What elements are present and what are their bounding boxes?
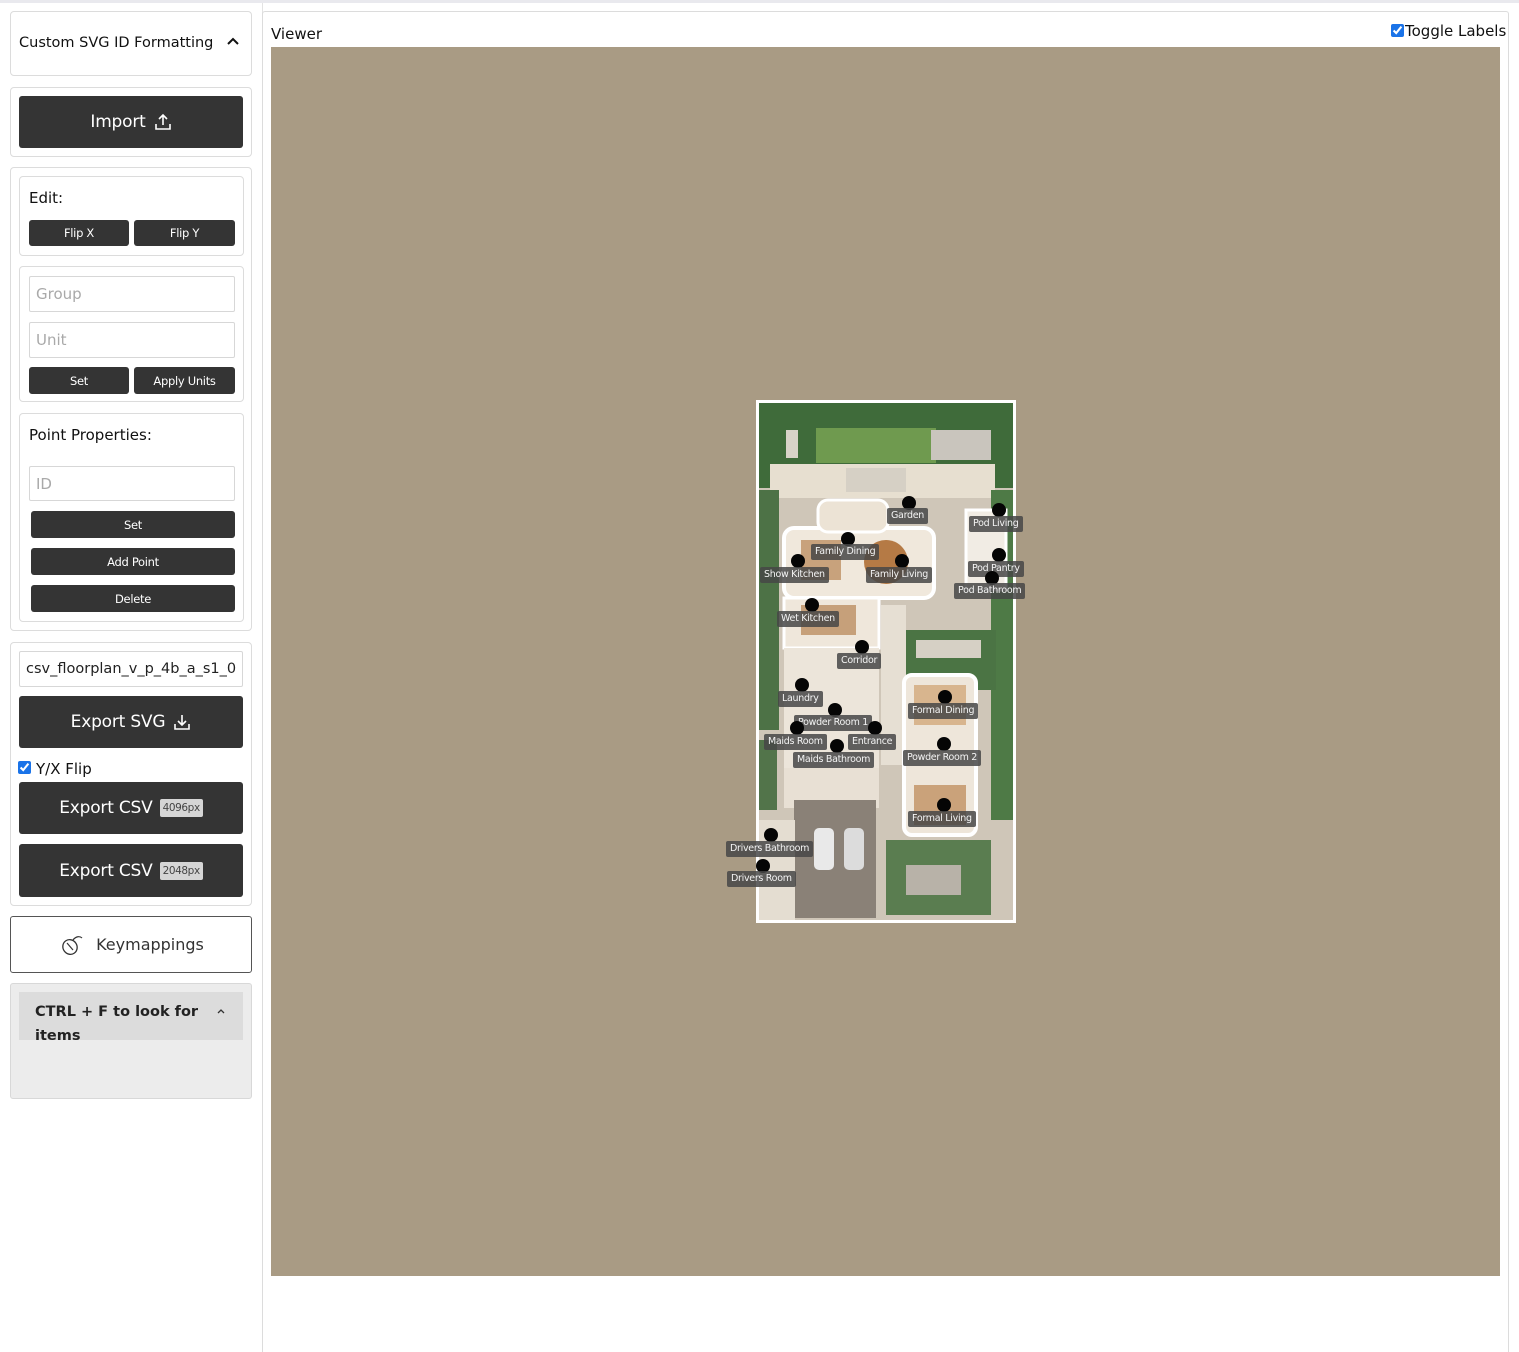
room-label[interactable]: Maids Bathroom — [793, 752, 875, 768]
keymappings-label: Keymappings — [96, 935, 204, 954]
app-header-card: Custom SVG ID Formatting — [10, 11, 252, 76]
add-point-button[interactable]: Add Point — [31, 548, 235, 575]
room-label[interactable]: Laundry — [778, 691, 823, 707]
yx-flip-checkbox[interactable] — [18, 761, 31, 774]
yx-flip-label[interactable]: Y/X Flip — [36, 760, 92, 778]
toggle-labels-checkbox[interactable] — [1391, 24, 1404, 37]
import-button[interactable]: Import — [19, 96, 243, 148]
set-group-button[interactable]: Set — [29, 367, 129, 394]
chevron-up-icon[interactable] — [225, 34, 241, 50]
point-properties-section: Point Properties: Set Add Point Delete — [19, 413, 244, 622]
room-label[interactable]: Formal Dining — [908, 703, 979, 719]
room-marker[interactable] — [937, 737, 951, 751]
room-label[interactable]: Powder Room 1 — [794, 715, 872, 731]
export-csv-4096-button[interactable]: Export CSV 4096px — [19, 782, 243, 834]
app-title: Custom SVG ID Formatting — [19, 35, 214, 51]
viewer-title: Viewer — [271, 25, 322, 43]
unit-input[interactable] — [29, 322, 235, 358]
edit-section: Edit: Flip X Flip Y — [19, 176, 244, 256]
import-card: Import — [10, 87, 252, 157]
room-label[interactable]: Maids Room — [764, 734, 827, 750]
room-label[interactable]: Formal Living — [908, 811, 976, 827]
room-marker[interactable] — [992, 548, 1006, 562]
keymappings-button[interactable]: Keymappings — [10, 916, 252, 973]
export-svg-label: Export SVG — [70, 712, 166, 732]
room-label[interactable]: Corridor — [837, 653, 882, 669]
viewer-canvas[interactable]: Garden Pod Living Family Dining Show Kit… — [271, 47, 1500, 1276]
upload-icon — [154, 113, 171, 130]
room-marker[interactable] — [791, 554, 805, 568]
room-label[interactable]: Wet Kitchen — [777, 611, 839, 627]
room-label[interactable]: Entrance — [848, 734, 897, 750]
room-marker[interactable] — [805, 598, 819, 612]
room-marker[interactable] — [764, 828, 778, 842]
search-hint-header[interactable]: CTRL + F to look for items — [19, 992, 243, 1044]
chevron-up-small-icon — [217, 1009, 225, 1014]
tools-card: Edit: Flip X Flip Y Set Apply Units Poin… — [10, 167, 252, 631]
room-marker[interactable] — [937, 798, 951, 812]
flip-x-button[interactable]: Flip X — [29, 220, 129, 246]
room-label[interactable]: Pod Living — [969, 516, 1023, 532]
room-marker[interactable] — [790, 721, 804, 735]
point-properties-heading: Point Properties: — [29, 426, 152, 444]
group-unit-section: Set Apply Units — [19, 266, 244, 402]
room-label[interactable]: Family Dining — [811, 544, 880, 560]
resolution-badge-2048: 2048px — [159, 861, 203, 880]
room-label[interactable]: Drivers Bathroom — [726, 841, 814, 857]
export-svg-button[interactable]: Export SVG — [19, 696, 243, 748]
export-csv-label: Export CSV — [59, 798, 153, 818]
export-csv-2048-button[interactable]: Export CSV 2048px — [19, 844, 243, 897]
edit-heading: Edit: — [29, 189, 64, 207]
filename-input[interactable] — [19, 651, 243, 687]
toggle-labels-label[interactable]: Toggle Labels — [1405, 22, 1506, 40]
room-marker[interactable] — [795, 678, 809, 692]
resolution-badge-4096: 4096px — [159, 799, 203, 817]
room-label[interactable]: Pod Bathroom — [954, 583, 1026, 599]
mouse-icon — [62, 935, 83, 955]
room-marker[interactable] — [855, 640, 869, 654]
room-marker[interactable] — [895, 554, 909, 568]
search-hint-text: CTRL + F to look for items — [35, 1004, 199, 1044]
room-marker[interactable] — [830, 739, 844, 753]
export-csv-label: Export CSV — [59, 860, 153, 881]
import-label: Import — [90, 112, 146, 132]
room-label[interactable]: Drivers Room — [727, 871, 796, 887]
room-marker[interactable] — [868, 721, 882, 735]
room-label[interactable]: Family Living — [866, 567, 932, 583]
delete-point-button[interactable]: Delete — [31, 585, 235, 612]
export-card: Export SVG Y/X Flip Export CSV 4096px Ex… — [10, 642, 252, 906]
download-icon — [174, 715, 191, 730]
set-point-id-button[interactable]: Set — [31, 511, 235, 538]
apply-units-button[interactable]: Apply Units — [134, 367, 235, 394]
search-hint-panel: CTRL + F to look for items — [10, 983, 252, 1099]
point-id-input[interactable] — [29, 466, 235, 501]
room-marker[interactable] — [992, 503, 1006, 517]
room-label[interactable]: Garden — [887, 508, 929, 524]
room-label[interactable]: Show Kitchen — [760, 567, 829, 583]
flip-y-button[interactable]: Flip Y — [134, 220, 235, 246]
room-label[interactable]: Powder Room 2 — [903, 750, 981, 766]
group-input[interactable] — [29, 276, 235, 312]
room-marker[interactable] — [938, 690, 952, 704]
